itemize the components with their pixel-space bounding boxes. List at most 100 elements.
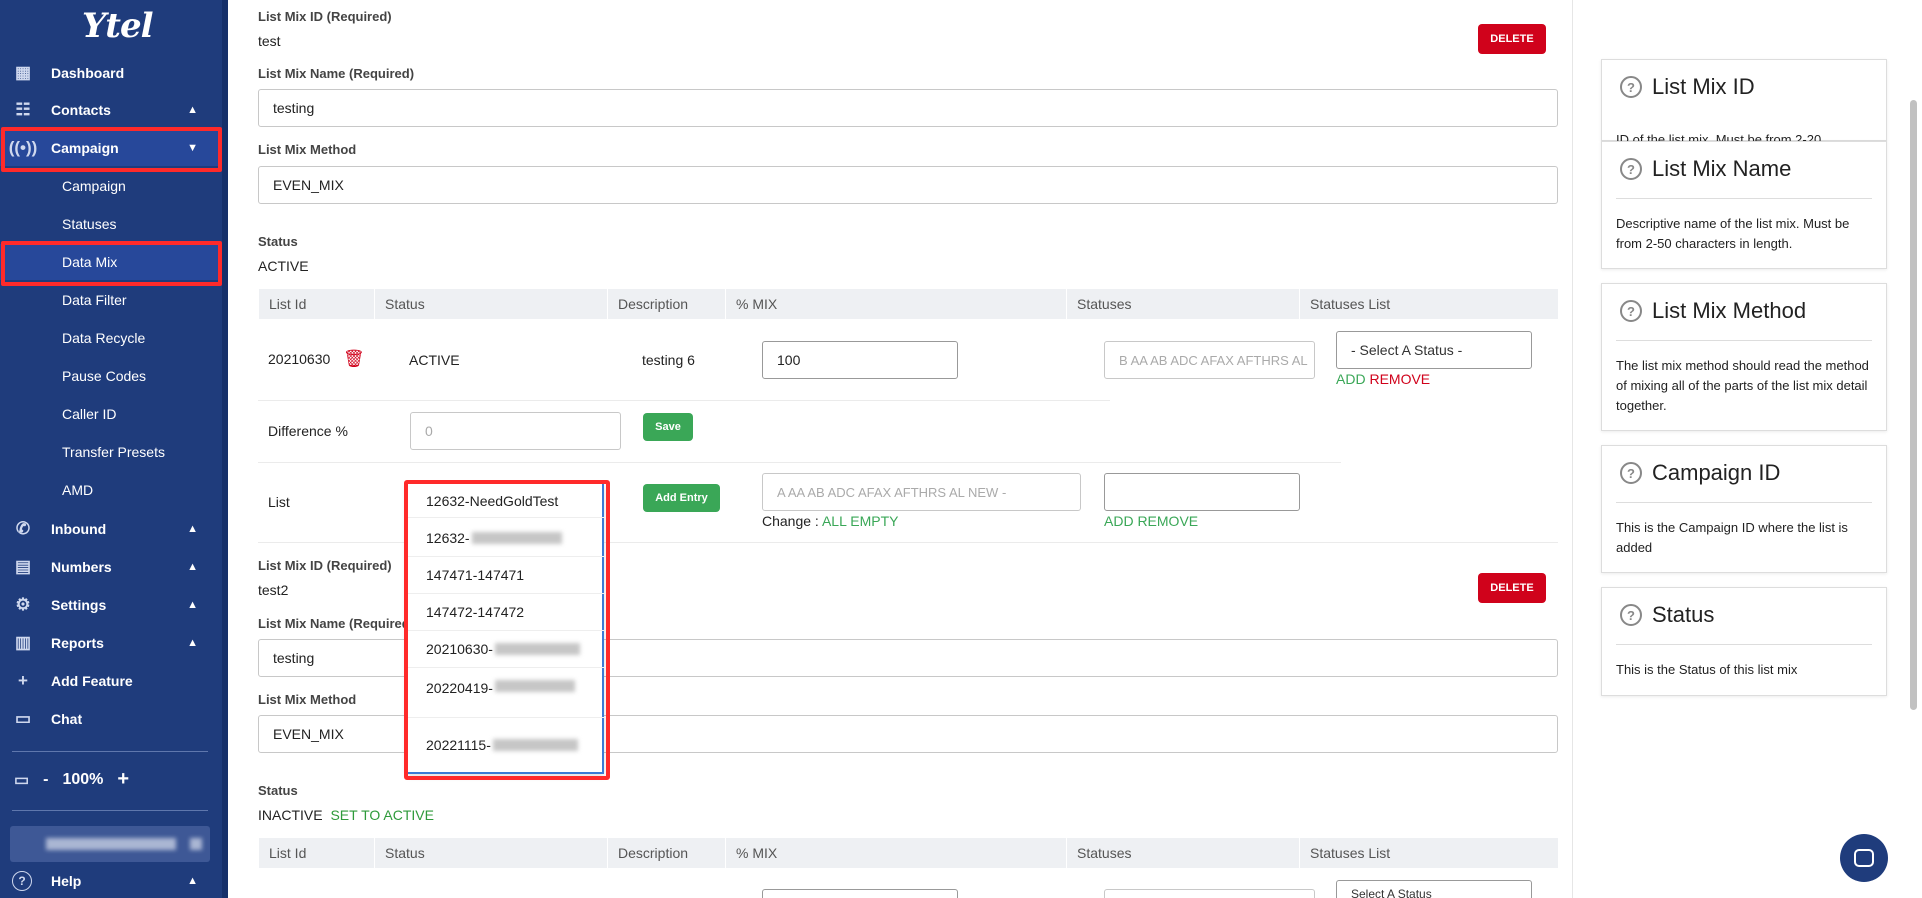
list-mix-name-label: List Mix Name (Required) — [258, 616, 415, 631]
select-status-dropdown[interactable]: - Select A Status - — [1336, 331, 1532, 369]
row-mix-input[interactable]: 100 — [762, 341, 958, 379]
sidebar-sub-label: Pause Codes — [62, 368, 147, 384]
sidebar-sub-pause-codes[interactable]: Pause Codes — [0, 358, 222, 394]
user-account-redacted[interactable] — [10, 826, 210, 862]
sidebar-sub-transfer-presets[interactable]: Transfer Presets — [0, 434, 222, 470]
zoom-control: ▭ - 100% + — [14, 768, 129, 791]
sidebar-sub-label: Data Filter — [62, 292, 127, 308]
question-icon: ? — [1620, 604, 1642, 626]
col-statuses-list: Statuses List — [1299, 838, 1558, 868]
card-title: Status — [1652, 602, 1715, 627]
sidebar-sub-statuses[interactable]: Statuses — [0, 206, 222, 242]
set-to-active-link[interactable]: SET TO ACTIVE — [330, 807, 433, 823]
help-card-list-mix-name: ? List Mix Name Descriptive name of the l… — [1601, 141, 1887, 269]
delete-button[interactable]: DELETE — [1478, 573, 1546, 603]
difference-input[interactable]: 0 — [410, 412, 621, 450]
dropdown-highlight-box — [404, 480, 610, 780]
col-statuses-list: Statuses List — [1299, 289, 1558, 319]
save-button[interactable]: Save — [643, 413, 693, 441]
row-list-id: 20210630 — [268, 351, 331, 367]
add-entry-button[interactable]: Add Entry — [643, 484, 720, 512]
card-separator — [1616, 340, 1872, 341]
chat-launcher-button[interactable] — [1840, 834, 1888, 882]
row-divider — [258, 462, 1341, 463]
list-mix-name-input[interactable]: testing — [258, 89, 1558, 127]
sidebar-item-numbers[interactable]: ▤ Numbers ▲ — [0, 549, 222, 585]
sidebar-sub-caller-id[interactable]: Caller ID — [0, 396, 222, 432]
difference-label: Difference % — [268, 423, 348, 439]
sidebar-item-dashboard[interactable]: ▦ Dashboard — [0, 55, 222, 91]
col-statuses: Statuses — [1066, 838, 1299, 868]
card-body: This is the Campaign ID where the list i… — [1616, 520, 1848, 555]
list-mix-name-label: List Mix Name (Required) — [258, 66, 415, 81]
col-status: Status — [374, 289, 607, 319]
col-list-id: List Id — [258, 289, 374, 319]
zoom-in-button[interactable]: + — [117, 768, 129, 791]
page-scrollbar[interactable] — [1910, 100, 1917, 710]
card-header: ? List Mix Method — [1620, 298, 1806, 324]
chevron-up-icon: ▲ — [187, 637, 198, 649]
question-icon: ? — [1620, 76, 1642, 98]
sidebar-sub-label: Campaign — [62, 178, 126, 194]
remove-link[interactable]: REMOVE — [1369, 371, 1430, 387]
sidebar-sub-data-filter[interactable]: Data Filter — [0, 282, 222, 318]
add-remove-link[interactable]: ADD REMOVE — [1104, 513, 1198, 529]
sidebar-divider — [12, 751, 208, 752]
reports-icon: ▥ — [14, 633, 32, 652]
list-statuses-extra-input[interactable] — [1104, 473, 1300, 511]
content-divider — [1572, 0, 1573, 898]
all-empty-link[interactable]: ALL EMPTY — [822, 513, 899, 529]
sidebar-item-label: Settings — [51, 597, 107, 613]
help-card-status: ? Status This is the Status of this list … — [1601, 587, 1887, 696]
zoom-out-button[interactable]: - — [43, 771, 48, 789]
sidebar-item-reports[interactable]: ▥ Reports ▲ — [0, 625, 222, 661]
sidebar-sub-amd[interactable]: AMD — [0, 472, 222, 508]
sidebar-item-help[interactable]: ? Help ▲ — [0, 864, 222, 898]
row-statuses-input[interactable] — [1104, 889, 1315, 898]
help-icon: ? — [12, 871, 32, 891]
card-separator — [1616, 644, 1872, 645]
sidebar-item-label: Contacts — [51, 102, 111, 118]
row-statuses-input[interactable]: B AA AB ADC AFAX AFTHRS AL — [1104, 341, 1315, 379]
sidebar-item-settings[interactable]: ⚙ Settings ▲ — [0, 587, 222, 623]
row-status: ACTIVE — [409, 352, 460, 368]
card-title: List Mix Name — [1652, 156, 1792, 181]
help-card-list-mix-id: ? List Mix ID ID of the list mix. Must be… — [1601, 59, 1887, 142]
sidebar-item-chat[interactable]: ▭ Chat — [0, 701, 222, 737]
list-table-header: List Id Status Description % MIX Statuse… — [258, 289, 1558, 319]
col-description: Description — [607, 289, 725, 319]
card-title: Campaign ID — [1652, 460, 1781, 485]
list-mix-id-label: List Mix ID (Required) — [258, 9, 392, 24]
col-mix: % MIX — [725, 289, 1066, 319]
sidebar-item-label: Chat — [51, 711, 83, 727]
add-link[interactable]: ADD — [1336, 371, 1366, 387]
chevron-up-icon: ▲ — [187, 875, 198, 887]
ytel-logo[interactable]: Ytel — [82, 6, 154, 46]
list-mix-method-input[interactable]: EVEN_MIX — [258, 166, 1558, 204]
col-description: Description — [607, 838, 725, 868]
sidebar-sub-data-recycle[interactable]: Data Recycle — [0, 320, 222, 356]
col-mix: % MIX — [725, 838, 1066, 868]
campaign-highlight-box — [1, 127, 222, 172]
col-list-id: List Id — [258, 838, 374, 868]
select-status-dropdown[interactable]: Select A Status — [1336, 880, 1532, 898]
sidebar-sub-campaign[interactable]: Campaign — [0, 168, 222, 204]
sidebar-item-inbound[interactable]: ✆ Inbound ▲ — [0, 511, 222, 547]
chevron-up-icon: ▲ — [187, 561, 198, 573]
chevron-up-icon: ▲ — [187, 599, 198, 611]
row-mix-input[interactable] — [762, 889, 958, 898]
question-icon: ? — [1620, 158, 1642, 180]
sidebar-item-contacts[interactable]: ☷ Contacts ▲ — [0, 92, 222, 128]
row-divider — [258, 400, 1110, 401]
delete-button[interactable]: DELETE — [1478, 24, 1546, 54]
sidebar-item-add-feature[interactable]: + Add Feature — [0, 663, 222, 699]
col-statuses: Statuses — [1066, 289, 1299, 319]
status-value: ACTIVE — [258, 258, 309, 274]
chat-icon: ▭ — [14, 709, 32, 728]
trash-icon[interactable]: 🗑 — [343, 349, 365, 369]
sidebar: Ytel ▦ Dashboard ☷ Contacts ▲ ((•)) Camp… — [0, 0, 228, 898]
chat-bubble-icon — [1854, 849, 1874, 867]
list-statuses-input[interactable]: A AA AB ADC AFAX AFTHRS AL NEW - — [762, 473, 1081, 511]
data-mix-highlight-box — [1, 241, 222, 286]
change-label: Change : — [762, 513, 819, 529]
